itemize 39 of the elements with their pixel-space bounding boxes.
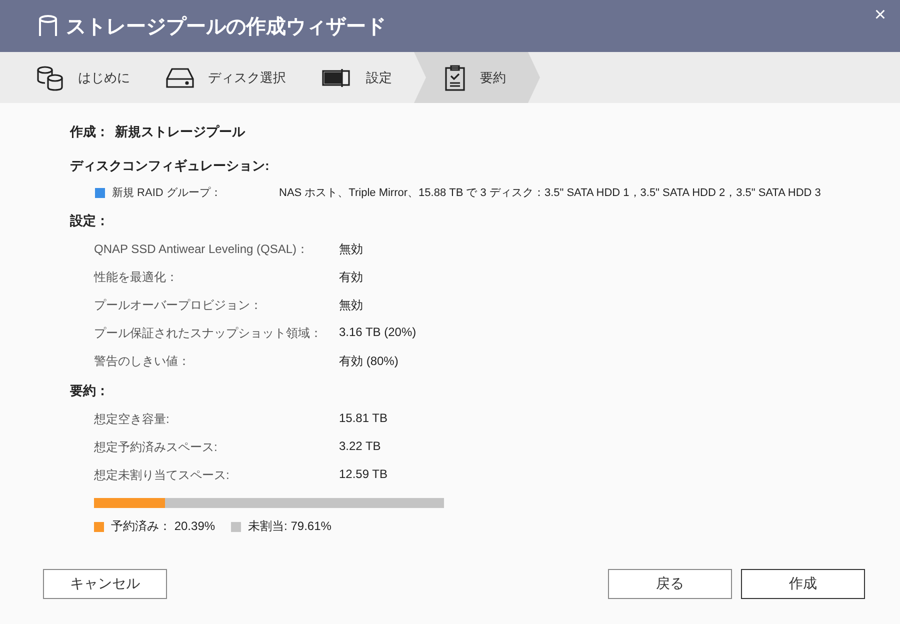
field-value: 無効 <box>339 297 364 314</box>
field-label: 想定予約済みスペース: <box>94 439 218 456</box>
raid-group-value: NAS ホスト、Triple Mirror、15.88 TB で 3 ディスク：3.5" SATA HDD 1，3.5" SATA HDD 2，3.5" SATA HDD 3 <box>279 186 821 200</box>
cylinder-icon <box>38 14 58 38</box>
window-title: ストレージプールの作成ウィザード <box>66 14 386 40</box>
field-label: 性能を最適化： <box>94 269 179 286</box>
create-value: 新規ストレージプール <box>115 123 245 141</box>
field-value: 有効 (80%) <box>339 353 400 370</box>
wizard-step[interactable]: 設定 <box>308 52 414 103</box>
disks-icon <box>36 64 64 90</box>
legend-label: 未割当: 79.61% <box>248 518 332 535</box>
legend-label: 予約済み： 20.39% <box>111 518 216 535</box>
field-value: 無効 <box>339 241 364 258</box>
cancel-button[interactable]: キャンセル <box>43 569 167 599</box>
close-button[interactable]: × <box>870 4 890 27</box>
field-label: 警告のしきい値： <box>94 353 191 370</box>
wizard-step[interactable]: 要約 <box>414 52 540 103</box>
field-label: 想定空き容量: <box>94 411 170 428</box>
section-heading: 設定： <box>70 212 110 230</box>
battery-icon <box>322 66 352 88</box>
wizard-step[interactable]: ディスク選択 <box>152 52 308 103</box>
field-label: 想定未割り当てスペース: <box>94 467 230 484</box>
field-label: プールオーバープロビジョン： <box>94 297 263 314</box>
field-value: 12.59 TB <box>339 467 388 483</box>
back-button[interactable]: 戻る <box>608 569 732 599</box>
section-heading: 要約： <box>70 382 110 400</box>
field-value: 15.81 TB <box>339 411 388 427</box>
field-value: 3.16 TB (20%) <box>339 325 418 341</box>
clipboard-icon <box>444 64 466 90</box>
raid-group-label: 新規 RAID グループ： <box>112 186 222 200</box>
wizard-step[interactable]: はじめに <box>22 52 152 103</box>
create-button[interactable]: 作成 <box>741 569 865 599</box>
section-heading: ディスクコンフィギュレーション: <box>70 157 270 175</box>
field-value: 3.22 TB <box>339 439 382 455</box>
field-label: QNAP SSD Antiwear Leveling (QSAL)： <box>94 241 310 258</box>
create-label: 作成： <box>70 123 109 141</box>
field-label: プール保証されたスナップショット領域： <box>94 325 323 342</box>
field-value: 有効 <box>339 269 364 286</box>
drive-icon <box>166 66 194 88</box>
